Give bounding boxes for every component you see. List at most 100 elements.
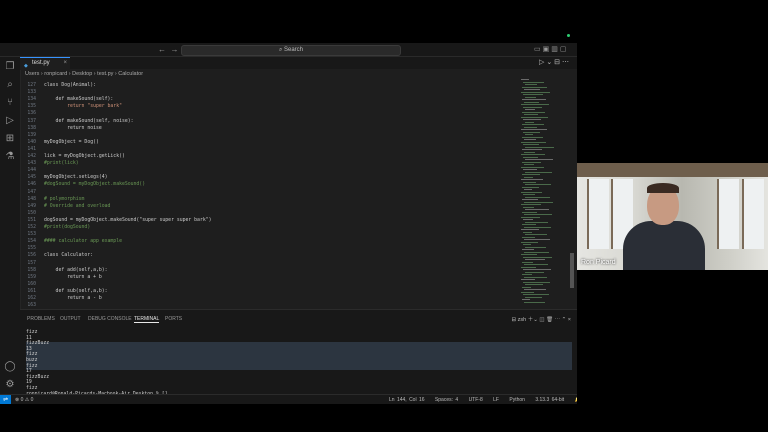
status-dot [567,34,570,37]
line-number: 156 [27,253,36,259]
explorer-icon[interactable]: ❐ [4,61,16,73]
account-icon[interactable]: ◯ [4,361,16,373]
bottom-panel: PROBLEMS OUTPUT DEBUG CONSOLE TERMINAL P… [20,309,577,398]
minimap-line [521,141,546,143]
minimap-line [521,79,529,80]
testing-icon[interactable]: ⚗ [4,151,16,163]
breadcrumb-file[interactable]: test.py [97,71,113,77]
layout-icons[interactable]: ▭▣▥▢ [534,45,568,53]
close-icon[interactable]: × [63,58,67,69]
indentation[interactable]: Spaces: 4 [435,397,458,403]
minimap-line [521,166,544,168]
cursor-position[interactable]: Ln 144, Col 16 [389,397,425,403]
minimap-line [524,164,534,165]
video-tile: Ron Picard [577,163,768,270]
code-line: def makeSound(self, noise): [44,118,134,124]
window-pane [742,179,764,249]
code-line: #print(dogSound) [44,225,91,230]
minimap-line [523,294,549,295]
minimap-line [525,259,545,260]
language-mode[interactable]: Python [509,397,525,403]
participant-name: Ron Picard [581,259,616,266]
forward-button[interactable]: → [170,45,178,54]
line-number: 162 [27,296,36,301]
line-number: 145 [27,175,36,181]
minimap-line [525,184,551,185]
minimap-line [525,271,544,273]
search-icon[interactable]: ⌕ [4,79,16,91]
remote-icon[interactable]: ⇌ [0,395,11,404]
terminal-line: 17 [26,369,32,375]
line-number: 154 [27,239,36,245]
activity-bar: ❐ ⌕ ⑂ ▷ ⊞ ⚗ ◯ ⚙ [0,57,21,404]
minimap-line [521,254,537,255]
minimap-line [525,96,536,98]
minimap-line [524,201,553,203]
minimap-line [523,81,544,83]
search-label: Search [284,47,304,53]
line-number: 146 [27,182,36,188]
line-number: 138 [27,125,36,131]
tab-test-py[interactable]: ◆ test.py × [20,57,70,70]
terminal[interactable]: fizz 11 fizzBuzz 13 fizz buzz fizz 17 fizzBuzz 19… [26,330,572,398]
status-right: Ln 144, Col 16 Spaces: 4 UTF-8 LF Python… [389,397,577,403]
minimap-line [523,244,531,245]
code-line: def add(self,a,b): [44,267,108,273]
line-number: 144 [27,168,36,174]
minimap-line [524,151,535,153]
minimap-line [521,279,535,280]
tab-debug-console[interactable]: DEBUG CONSOLE [88,316,132,322]
breadcrumb-user[interactable]: ronpicard [44,71,67,77]
breadcrumb-users[interactable]: Users [25,71,39,77]
minimap-line [523,219,533,220]
minimap-line [524,251,549,253]
line-number: 140 [27,139,36,145]
minimap-line [525,284,543,285]
minimap-line [524,239,550,240]
terminal-line: 19 [26,380,32,386]
interpreter[interactable]: 3.13.3 64-bit [535,397,564,403]
minimap-line [524,176,533,178]
terminal-actions[interactable]: ⊟ zsh ＋⌄ ◫ 🗑 ⋯ ⌃ × [512,315,571,323]
minimap-line [523,194,535,195]
line-number: 157 [27,260,36,266]
nav-arrows: ← → [158,45,178,54]
line-number: 150 [27,210,36,216]
code-line: lick = myDogObject.getLick() [44,154,125,159]
minimap-line [522,249,534,250]
code-line: return a - b [44,296,102,301]
bell-icon[interactable]: 🔔 [575,397,577,403]
encoding[interactable]: UTF-8 [469,397,483,403]
line-number: 142 [27,154,36,159]
run-debug-icon[interactable]: ▷ [4,115,16,127]
line-number: 127 [27,83,36,88]
tab-ports[interactable]: PORTS [165,316,182,322]
tab-problems[interactable]: PROBLEMS [27,316,55,322]
minimap-line [524,301,545,303]
tab-label: test.py [32,60,50,66]
tab-output[interactable]: OUTPUT [60,316,81,322]
command-center[interactable]: ⌕ Search [181,45,401,56]
minimap-line [522,86,547,88]
settings-gear-icon[interactable]: ⚙ [4,379,16,391]
editor-scrollbar[interactable] [570,253,574,288]
extensions-icon[interactable]: ⊞ [4,133,16,145]
breadcrumb-symbol[interactable]: Calculator [118,71,143,77]
line-number: 163 [27,303,36,309]
minimap-line [522,286,531,288]
end-of-line[interactable]: LF [493,397,499,403]
back-button[interactable]: ← [158,45,166,54]
tab-terminal[interactable]: TERMINAL [134,316,160,323]
minimap-line [522,99,546,100]
source-control-icon[interactable]: ⑂ [4,97,16,109]
problems-status[interactable]: ⊗ 0 ⚠ 0 [15,397,33,403]
code-line: def sub(self,a,b): [44,288,108,294]
minimap-line [525,134,533,135]
terminal-line: 11 [26,335,32,341]
minimap-line [522,274,532,275]
breadcrumb-desktop[interactable]: Desktop [72,71,92,77]
terminal-line: fizz [26,352,38,358]
minimap-line [521,104,549,105]
minimap-line [523,269,551,270]
run-icons[interactable]: ▷ ⌄ ⊟ ⋯ [539,58,569,66]
